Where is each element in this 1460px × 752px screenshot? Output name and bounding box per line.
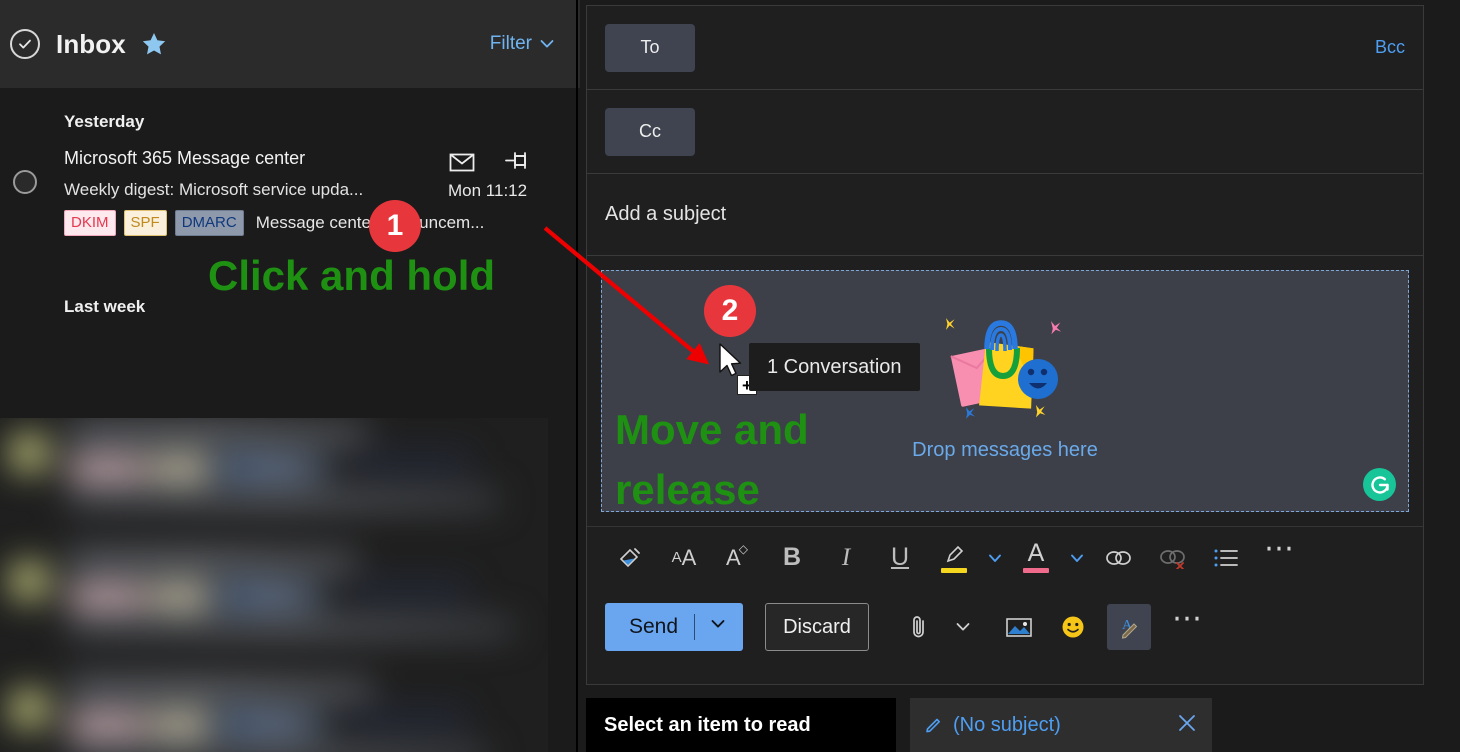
send-label: Send xyxy=(629,615,679,638)
unread-circle-icon[interactable] xyxy=(13,170,37,194)
bcc-button[interactable]: Bcc xyxy=(1375,37,1405,58)
cc-button[interactable]: Cc xyxy=(605,107,695,156)
send-chevron-icon[interactable] xyxy=(709,615,727,639)
remove-link-icon[interactable] xyxy=(1145,535,1199,581)
subject-field-row[interactable]: Add a subject xyxy=(587,174,1423,256)
message-list-body: Yesterday Microsoft 365 Message center W… xyxy=(0,88,580,752)
font-color-chevron-icon[interactable] xyxy=(1063,535,1091,581)
compose-form: To Bcc Cc Add a subject Drop messages he… xyxy=(586,5,1424,685)
message-preview: Weekly digest: Microsoft service upda... xyxy=(64,180,364,199)
message-snippet: Message center announcem... xyxy=(255,213,485,232)
subject-input[interactable]: Add a subject xyxy=(605,203,726,226)
underline-icon[interactable]: U xyxy=(873,535,927,581)
compose-action-bar: Send Discard A ⋯ xyxy=(587,588,1423,666)
text-effects-icon[interactable]: A ◇ xyxy=(711,535,765,581)
reading-pane-placeholder: Select an item to read xyxy=(586,698,896,752)
formatting-toolbar: AA A ◇ B I U A ⋯ xyxy=(587,526,1423,588)
cc-field-row[interactable]: Cc xyxy=(587,90,1423,174)
format-painter-icon[interactable] xyxy=(603,535,657,581)
drop-zone-label: Drop messages here xyxy=(912,439,1098,461)
compose-pane: To Bcc Cc Add a subject Drop messages he… xyxy=(580,0,1460,752)
message-drop-zone[interactable]: Drop messages here xyxy=(601,270,1409,512)
close-icon[interactable] xyxy=(1176,712,1198,739)
status-badge-dkim: DKIM xyxy=(64,210,116,236)
font-color-icon[interactable]: A xyxy=(1009,535,1063,581)
pane-divider xyxy=(576,0,578,752)
list-scrollbar[interactable] xyxy=(558,88,572,752)
list-item[interactable]: Microsoft 365 Message center Weekly dige… xyxy=(0,148,560,238)
blurred-message-rows[interactable] xyxy=(0,418,548,752)
outlook-compose-screen: Inbox Filter Yesterday Microsoft 365 Mes… xyxy=(0,0,1460,752)
message-list-pane: Inbox Filter Yesterday Microsoft 365 Mes… xyxy=(0,0,580,752)
message-timestamp: Mon 11:12 xyxy=(448,181,528,200)
highlight-icon[interactable] xyxy=(927,535,981,581)
signature-icon[interactable]: A xyxy=(1107,604,1151,650)
draft-tab-label: (No subject) xyxy=(953,713,1061,736)
more-options-icon[interactable]: ⋯ xyxy=(1165,602,1209,650)
message-sender: Microsoft 365 Message center xyxy=(64,148,306,168)
message-auth-badges: DKIM SPF DMARC Message center announcem.… xyxy=(64,210,484,236)
emoji-icon[interactable] xyxy=(1051,604,1095,650)
attach-group: A ⋯ xyxy=(897,602,1209,650)
envelope-paperclip-illustration xyxy=(946,318,1062,419)
bulleted-list-icon[interactable] xyxy=(1199,535,1253,581)
grammarly-logo-icon[interactable] xyxy=(1363,468,1396,501)
font-size-icon[interactable]: AA xyxy=(657,535,711,581)
star-icon[interactable] xyxy=(140,30,168,58)
paperclip-icon[interactable] xyxy=(897,604,941,650)
bottom-tab-bar: Select an item to read (No subject) xyxy=(586,698,1446,752)
to-field-row[interactable]: To Bcc xyxy=(587,6,1423,90)
list-header: Inbox Filter xyxy=(0,0,580,88)
highlight-chevron-icon[interactable] xyxy=(981,535,1009,581)
picture-icon[interactable] xyxy=(997,604,1041,650)
filter-label: Filter xyxy=(489,33,532,54)
insert-link-icon[interactable] xyxy=(1091,535,1145,581)
compose-scrollbar[interactable] xyxy=(1442,0,1460,752)
italic-icon[interactable]: I xyxy=(819,535,873,581)
chevron-down-icon xyxy=(538,35,556,53)
compose-body-area: Drop messages here xyxy=(587,256,1423,526)
status-badge-spf: SPF xyxy=(123,210,167,236)
envelope-icon[interactable] xyxy=(448,150,476,179)
group-header-yesterday: Yesterday xyxy=(64,112,145,131)
bold-icon[interactable]: B xyxy=(765,535,819,581)
page-title: Inbox xyxy=(56,28,126,59)
select-all-icon[interactable] xyxy=(10,29,40,59)
attach-chevron-icon[interactable] xyxy=(941,604,985,650)
status-badge-dmarc: DMARC xyxy=(174,210,244,236)
discard-button[interactable]: Discard xyxy=(765,603,869,651)
message-hover-actions xyxy=(448,150,530,179)
to-button[interactable]: To xyxy=(605,23,695,72)
filter-button[interactable]: Filter xyxy=(490,33,556,55)
pin-icon[interactable] xyxy=(502,150,530,179)
group-header-last-week: Last week xyxy=(64,297,146,316)
more-formatting-icon[interactable]: ⋯ xyxy=(1253,532,1307,581)
draft-tab[interactable]: (No subject) xyxy=(910,698,1212,752)
pencil-icon xyxy=(924,713,944,738)
send-button[interactable]: Send xyxy=(605,603,743,651)
